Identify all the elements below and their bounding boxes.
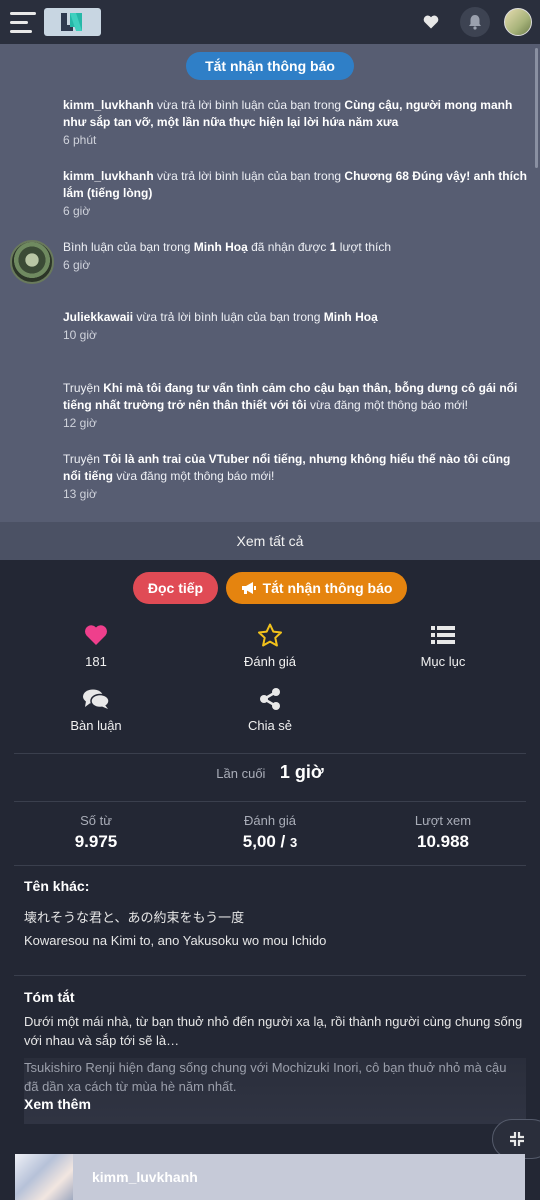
uploader-avatar xyxy=(15,1154,73,1200)
notification-target: Minh Hoạ xyxy=(323,310,378,324)
share-label: Chia sẻ xyxy=(247,718,293,733)
notification-item[interactable]: Juliekkawaii vừa trả lời bình luận của b… xyxy=(63,309,527,344)
summary-text: Dưới một mái nhà, từ bạn thuở nhỏ đến ng… xyxy=(24,1012,526,1050)
rating: Đánh giá 5,00 / 3 xyxy=(190,813,350,852)
notification-user: kimm_luvkhanh xyxy=(63,169,154,183)
notification-suffix: vừa đăng một thông báo mới! xyxy=(116,469,275,483)
notification-item[interactable]: Truyện Khi mà tôi đang tư vấn tình cảm c… xyxy=(63,380,527,432)
toc-button[interactable]: Mục lục xyxy=(383,622,503,669)
alt-name-romaji: Kowaresou na Kimi to, ano Yakusoku wo mo… xyxy=(24,933,327,948)
notification-target: Minh Hoạ xyxy=(193,240,248,254)
user-avatar[interactable] xyxy=(504,8,532,36)
notification-item[interactable]: kimm_luvkhanh vừa trả lời bình luận của … xyxy=(63,97,527,149)
notification-middle: đã nhận được xyxy=(251,240,327,254)
star-icon xyxy=(210,622,330,648)
notification-time: 6 phút xyxy=(63,133,97,147)
hamburger-icon[interactable] xyxy=(10,12,36,34)
logo-icon[interactable] xyxy=(44,8,101,36)
word-count-value: 9.975 xyxy=(74,832,118,851)
discuss-button[interactable]: Bàn luận xyxy=(36,686,156,733)
notification-panel: Tắt nhận thông báo kimm_luvkhanh vừa trả… xyxy=(0,44,540,522)
notification-time: 12 giờ xyxy=(63,416,97,430)
like-count: 181 xyxy=(85,654,107,669)
notification-prefix: Bình luận của bạn trong xyxy=(63,240,191,254)
notification-item[interactable]: kimm_luvkhanh vừa trả lời bình luận của … xyxy=(63,168,527,220)
notification-user: Juliekkawaii xyxy=(63,310,134,324)
unsubscribe-button[interactable]: Tắt nhận thông báo xyxy=(226,572,407,604)
rating-value: 5,00 / xyxy=(242,832,286,851)
top-bar xyxy=(0,0,540,44)
summary-fade: Tsukishiro Renji hiện đang sống chung vớ… xyxy=(24,1058,526,1124)
action-row: Đọc tiếp Tắt nhận thông báo xyxy=(0,572,540,604)
notification-count: 1 xyxy=(329,240,337,254)
notification-item[interactable]: Truyện Tôi là anh trai của VTuber nổi ti… xyxy=(63,451,527,503)
compress-icon xyxy=(510,1132,524,1146)
notification-avatar xyxy=(10,240,54,284)
word-count: Số từ 9.975 xyxy=(16,813,176,852)
notification-user: kimm_luvkhanh xyxy=(63,98,154,112)
rating-label: Đánh giá xyxy=(243,813,297,828)
notification-time: 6 giờ xyxy=(63,258,91,272)
notification-prefix: Truyện xyxy=(63,452,100,466)
discuss-label: Bàn luận xyxy=(70,718,122,733)
see-all-notifications-button[interactable]: Xem tất cả xyxy=(0,522,540,560)
notification-prefix: Truyện xyxy=(63,381,100,395)
heart-icon xyxy=(36,622,156,648)
bell-icon[interactable] xyxy=(460,7,490,37)
notification-toggle-button[interactable]: Tắt nhận thông báo xyxy=(186,52,354,80)
view-count-value: 10.988 xyxy=(417,832,469,851)
divider xyxy=(14,801,526,802)
notification-time: 13 giờ xyxy=(63,487,97,501)
other-names-title: Tên khác: xyxy=(24,878,90,894)
comments-icon xyxy=(36,686,156,712)
alt-name-japanese: 壊れそうな君と、あの約束をもう一度 xyxy=(24,910,245,925)
share-button[interactable]: Chia sẻ xyxy=(210,686,330,733)
rating-count: 3 xyxy=(290,835,298,850)
notification-action: vừa trả lời bình luận của bạn trong xyxy=(157,98,342,112)
last-updated: Lần cuối 1 giờ xyxy=(0,762,540,783)
list-icon xyxy=(383,622,503,648)
summary-title: Tóm tắt xyxy=(24,989,75,1005)
rate-button[interactable]: Đánh giá xyxy=(210,622,330,669)
unsubscribe-label: Tắt nhận thông báo xyxy=(262,580,393,596)
notification-action: vừa trả lời bình luận của bạn trong xyxy=(136,310,321,324)
notification-time: 6 giờ xyxy=(63,204,91,218)
toc-label: Mục lục xyxy=(420,654,466,669)
uploader-card[interactable]: kimm_luvkhanh xyxy=(15,1154,525,1200)
like-button[interactable]: 181 xyxy=(36,622,156,669)
megaphone-icon xyxy=(241,582,256,594)
rate-label: Đánh giá xyxy=(243,654,297,669)
heart-icon[interactable] xyxy=(416,7,446,37)
word-count-label: Số từ xyxy=(80,813,112,828)
continue-reading-button[interactable]: Đọc tiếp xyxy=(133,572,218,604)
summary-paragraph-2: Tsukishiro Renji hiện đang sống chung vớ… xyxy=(24,1060,507,1094)
divider xyxy=(14,975,526,976)
last-updated-value: 1 giờ xyxy=(279,762,324,782)
summary-paragraph-1: Dưới một mái nhà, từ bạn thuở nhỏ đến ng… xyxy=(24,1014,523,1048)
scrollbar[interactable] xyxy=(535,48,538,168)
notification-suffix: lượt thích xyxy=(339,240,392,254)
notification-action: vừa trả lời bình luận của bạn trong xyxy=(157,169,342,183)
collapse-button[interactable] xyxy=(492,1119,540,1159)
view-count: Lượt xem 10.988 xyxy=(363,813,523,852)
last-updated-label: Lần cuối xyxy=(216,766,266,781)
uploader-name: kimm_luvkhanh xyxy=(92,1169,198,1185)
notification-time: 10 giờ xyxy=(63,328,97,342)
divider xyxy=(14,865,526,866)
notification-item[interactable]: Bình luận của bạn trong Minh Hoạ đã nhận… xyxy=(63,239,527,274)
notification-suffix: vừa đăng một thông báo mới! xyxy=(309,398,468,412)
divider xyxy=(14,753,526,754)
see-more-button[interactable]: Xem thêm xyxy=(24,1096,91,1112)
share-icon xyxy=(210,686,330,712)
view-count-label: Lượt xem xyxy=(414,813,472,828)
